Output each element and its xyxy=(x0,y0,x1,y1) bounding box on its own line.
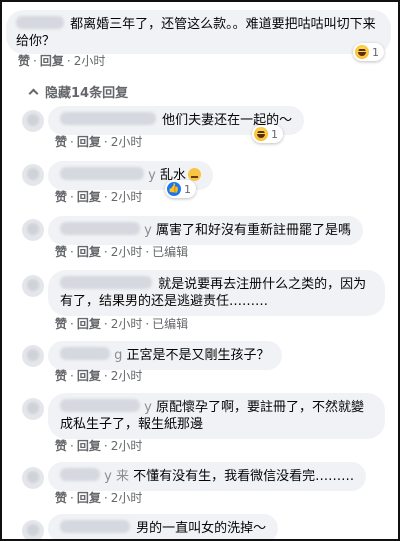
reply-actions: 赞 · 回复 · 2小时 xyxy=(55,439,143,453)
avatar[interactable] xyxy=(22,467,44,489)
timestamp[interactable]: 2小时 xyxy=(111,190,143,204)
like-button[interactable]: 赞 xyxy=(55,317,67,331)
haha-icon xyxy=(254,127,268,141)
commenter-name-tail[interactable]: y xyxy=(144,400,152,415)
like-button[interactable]: 赞 xyxy=(55,190,67,204)
timestamp[interactable]: 2小时 xyxy=(111,369,143,383)
avatar[interactable] xyxy=(22,398,44,420)
commenter-name-redacted[interactable] xyxy=(60,347,110,360)
hide-replies-toggle[interactable]: 隐藏14条回复 xyxy=(28,82,129,101)
reply-bubble: y 来 不懂有没有生，我看微信没看完……… xyxy=(48,462,367,491)
avatar[interactable] xyxy=(22,110,44,132)
reply-button[interactable]: 回复 xyxy=(77,190,101,204)
commenter-name-redacted[interactable] xyxy=(60,222,140,235)
thumbs-up-icon: 👍 xyxy=(167,182,181,196)
reply-actions: 赞 · 回复 · 2小时 xyxy=(55,369,143,383)
reply-text: 男的一直叫女的洗掉～ xyxy=(136,521,267,536)
reaction-count: 1 xyxy=(372,45,379,59)
reply-actions: 赞 · 回复 · 2小时 xyxy=(55,135,143,149)
like-button[interactable]: 赞 xyxy=(55,135,67,149)
commenter-name-tail[interactable]: y xyxy=(148,168,156,183)
reply-bubble: 男的一直叫女的洗掉～ xyxy=(48,514,279,539)
hide-replies-label: 隐藏14条回复 xyxy=(45,86,129,101)
reaction-badge[interactable]: 👍 1 xyxy=(165,180,196,198)
timestamp[interactable]: 2小时 xyxy=(111,135,143,149)
like-button[interactable]: 赞 xyxy=(18,54,30,68)
reply-actions: 赞 · 回复 · 2小时 xyxy=(55,491,143,505)
reply-text: 正宮是不是又剛生孩子？ xyxy=(126,348,270,363)
like-button[interactable]: 赞 xyxy=(55,245,67,259)
timestamp[interactable]: 2小时 xyxy=(74,54,106,68)
top-comment-bubble: 都离婚三年了，还管这么款。。难道要把咕咕叫切下来给你？ xyxy=(6,10,391,54)
avatar[interactable] xyxy=(22,345,44,367)
reply-button[interactable]: 回复 xyxy=(77,439,101,453)
reply-button[interactable]: 回复 xyxy=(40,54,64,68)
reply-button[interactable]: 回复 xyxy=(77,491,101,505)
reply-button[interactable]: 回复 xyxy=(77,317,101,331)
commenter-name-tail[interactable]: g xyxy=(114,348,122,363)
edited-label[interactable]: 已编辑 xyxy=(152,317,188,331)
avatar[interactable] xyxy=(22,219,44,241)
reply-bubble: y 厲害了和好沒有重新註冊罷了是嗎 xyxy=(48,216,363,245)
avatar[interactable] xyxy=(22,520,44,539)
reply-bubble: 就是说要再去注册什么之类的，因为有了，结果男的还是逃避责任……… xyxy=(48,270,385,316)
commenter-name-redacted[interactable] xyxy=(60,276,152,289)
reaction-badge[interactable]: 1 xyxy=(252,125,283,143)
commenter-name-redacted[interactable] xyxy=(60,167,144,180)
avatar[interactable] xyxy=(22,275,44,297)
commenter-name-redacted[interactable] xyxy=(60,399,140,412)
reply-button[interactable]: 回复 xyxy=(77,135,101,149)
reaction-badge[interactable]: 1 xyxy=(353,43,384,61)
comment-text: 都离婚三年了，还管这么款。。难道要把咕咕叫切下来给你？ xyxy=(16,17,376,49)
timestamp[interactable]: 2小时 xyxy=(111,439,143,453)
commenter-name-redacted[interactable] xyxy=(60,520,130,533)
commenter-name-redacted xyxy=(16,16,64,29)
commenter-name-redacted[interactable] xyxy=(60,468,100,481)
sweat-smile-icon xyxy=(188,168,201,181)
reply-text: 厲害了和好沒有重新註冊罷了是嗎 xyxy=(155,223,351,238)
edited-label[interactable]: 已编辑 xyxy=(152,245,188,259)
like-button[interactable]: 赞 xyxy=(55,491,67,505)
commenter-name-tail[interactable]: y xyxy=(144,223,152,238)
reply-actions: 赞 · 回复 · 2小时 · 已编辑 xyxy=(55,317,189,331)
reply-actions: 赞 · 回复 · 2小时 xyxy=(55,190,143,204)
reply-bubble: g 正宮是不是又剛生孩子？ xyxy=(48,341,282,370)
like-button[interactable]: 赞 xyxy=(55,369,67,383)
comment-actions: 赞 · 回复 · 2小时 xyxy=(18,54,106,68)
chevron-up-icon xyxy=(28,88,39,99)
reply-button[interactable]: 回复 xyxy=(77,245,101,259)
timestamp[interactable]: 2小时 xyxy=(111,245,143,259)
haha-icon xyxy=(355,45,369,59)
avatar[interactable] xyxy=(22,164,44,186)
commenter-name-tail[interactable]: y 来 xyxy=(104,469,129,484)
reply-button[interactable]: 回复 xyxy=(77,369,101,383)
timestamp[interactable]: 2小时 xyxy=(111,491,143,505)
timestamp[interactable]: 2小时 xyxy=(111,317,143,331)
like-button[interactable]: 赞 xyxy=(55,439,67,453)
reply-actions: 赞 · 回复 · 2小时 · 已编辑 xyxy=(55,245,189,259)
commenter-name-redacted[interactable] xyxy=(60,112,156,125)
reply-text: 不懂有没有生，我看微信没看完……… xyxy=(133,469,355,484)
comment-thread: 都离婚三年了，还管这么款。。难道要把咕咕叫切下来给你？ 1 赞 · 回复 · 2小时 隐… xyxy=(0,0,400,541)
reply-bubble: y 原配懷孕了啊，要註冊了，不然就變成私生子了，報生紙那邊 xyxy=(48,393,385,439)
